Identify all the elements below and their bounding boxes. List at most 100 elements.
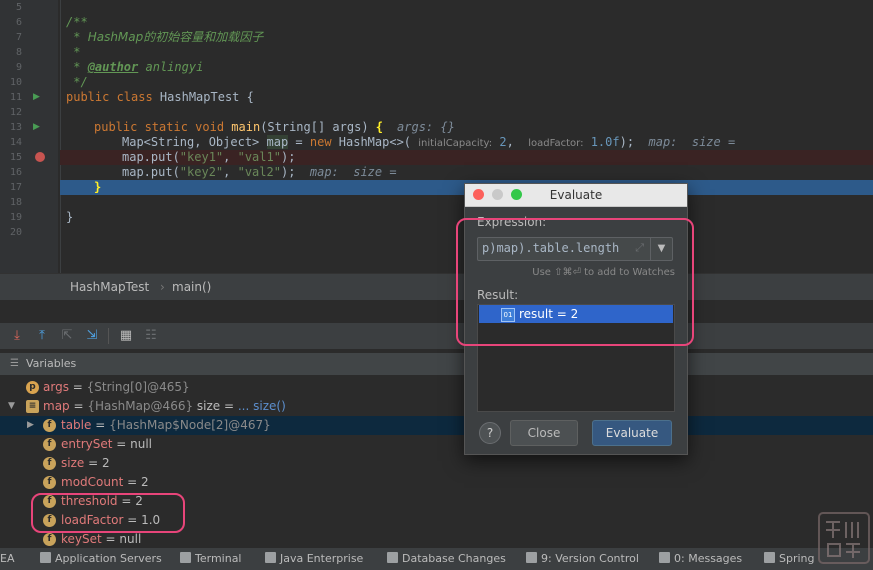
code-editor[interactable]: 5 6 7 8 9 10 11 12 13 14 15 16 17 18 19 …	[0, 0, 873, 273]
debug-toolbar: ⤓ ⤒ ⇱ ⇲ ▦ ☷	[0, 323, 873, 349]
messages-icon	[659, 552, 670, 563]
evaluate-button[interactable]: Evaluate	[592, 420, 672, 446]
evaluate-expression-icon[interactable]: ▦	[117, 327, 135, 345]
variable-name: table = {HashMap$Node[2]@467}	[61, 416, 271, 435]
statusbar-java-enterprise[interactable]: Java Enterprise	[265, 552, 363, 565]
variable-name-text: table	[61, 418, 92, 432]
code-text: map.put(	[122, 165, 180, 179]
terminal-icon	[180, 552, 191, 563]
zoom-window-icon[interactable]	[511, 189, 522, 200]
code-brace: {	[375, 120, 384, 134]
list-icon: ≡	[26, 400, 39, 413]
statusbar-label: 9: Version Control	[541, 552, 639, 565]
field-icon: f	[43, 438, 56, 451]
code-line-15: map.put("key1", "val1");	[122, 150, 295, 165]
code-text: HashMap<>(	[338, 135, 412, 149]
variable-type: {HashMap@466}	[87, 399, 194, 413]
inline-debug-value: map: size =	[309, 165, 397, 179]
step-out-icon[interactable]: ⤒	[33, 327, 51, 345]
param-hint: initialCapacity:	[418, 138, 493, 149]
code-line-17: }	[94, 180, 101, 195]
breadcrumb-class[interactable]: HashMapTest	[70, 280, 149, 294]
trace-icon[interactable]: ☷	[142, 327, 160, 345]
code-text: Map<String, Object>	[122, 135, 267, 149]
string-literal: "val1"	[237, 150, 281, 164]
javadoc-tag: @author	[87, 60, 139, 74]
minimize-window-icon[interactable]	[492, 189, 503, 200]
equals: =	[68, 380, 87, 394]
breadcrumb-method[interactable]: main()	[172, 280, 211, 294]
variable-row[interactable]: ▶ f table = {HashMap$Node[2]@467}	[0, 416, 873, 435]
variable-row[interactable]: f entrySet = null	[0, 435, 873, 454]
statusbar-database-changes[interactable]: Database Changes	[387, 552, 506, 565]
equals: =	[69, 399, 88, 413]
field-icon: f	[43, 533, 56, 546]
variable-value: null	[130, 437, 153, 451]
dialog-titlebar[interactable]: Evaluate	[465, 184, 687, 207]
line-number: 18	[9, 197, 22, 208]
statusbar-label: Spring	[779, 552, 815, 565]
step-into-icon[interactable]: ⤓	[8, 327, 26, 345]
variable-type: {String[0]@465}	[86, 380, 190, 394]
close-button[interactable]: Close	[510, 420, 578, 446]
statusbar-ea[interactable]: EA	[0, 552, 14, 565]
code-line-7: * HashMap的初始容量和加载因子	[66, 30, 263, 45]
line-number: 7	[15, 32, 22, 43]
line-number: 12	[9, 107, 22, 118]
equals: =	[84, 456, 102, 470]
parameter-icon: p	[26, 381, 39, 394]
gutter-separator	[60, 0, 61, 273]
line-number: 10	[9, 77, 22, 88]
close-window-icon[interactable]	[473, 189, 484, 200]
breakpoint-icon[interactable]	[35, 152, 45, 162]
code-text: );	[280, 150, 296, 164]
variable-type: {HashMap$Node[2]@467}	[109, 418, 271, 432]
statusbar-spring[interactable]: Spring	[764, 552, 815, 565]
code-text: (String[] args)	[260, 120, 376, 134]
run-class-icon[interactable]: ▶	[33, 90, 40, 105]
statusbar-label: Database Changes	[402, 552, 506, 565]
variable-row[interactable]: f modCount = 2	[0, 473, 873, 492]
help-button[interactable]: ?	[479, 422, 501, 444]
watermark-seal	[818, 512, 870, 564]
variable-name: size = 2	[61, 454, 110, 473]
variable-row[interactable]: p args = {String[0]@465}	[0, 378, 873, 397]
equals: =	[101, 532, 120, 546]
inline-debug-value: args: {}	[397, 120, 455, 134]
method-name: main	[231, 120, 261, 134]
variable-row[interactable]: f size = 2	[0, 454, 873, 473]
variable-map: map	[266, 135, 289, 149]
statusbar-application-servers[interactable]: Application Servers	[40, 552, 162, 565]
code-text: );	[280, 165, 296, 179]
comment-text: *	[66, 30, 88, 44]
keyword: public static void	[94, 120, 232, 134]
variable-name-text: keySet	[61, 532, 102, 546]
statusbar-version-control[interactable]: 9: Version Control	[526, 552, 639, 565]
number-literal: 2	[499, 135, 507, 149]
expand-arrow-icon[interactable]: ▼	[8, 397, 15, 416]
run-main-icon[interactable]: ▶	[33, 120, 40, 135]
statusbar-messages[interactable]: 0: Messages	[659, 552, 742, 565]
version-control-icon	[526, 552, 537, 563]
variable-value: 2	[101, 456, 110, 470]
variable-name: args = {String[0]@465}	[43, 378, 190, 397]
equals: =	[91, 418, 110, 432]
variable-name: map = {HashMap@466} size = ... size()	[43, 397, 286, 416]
expand-arrow-icon[interactable]: ▶	[27, 416, 34, 435]
line-number: 20	[9, 227, 22, 238]
inline-debug-value: map: size =	[648, 135, 736, 149]
size-link[interactable]: ... size()	[238, 399, 286, 413]
run-to-cursor-icon[interactable]: ⇲	[83, 327, 101, 345]
line-number: 17	[9, 182, 22, 193]
string-literal: "val2"	[237, 165, 281, 179]
drop-frame-icon[interactable]: ⇱	[58, 327, 76, 345]
statusbar-terminal[interactable]: Terminal	[180, 552, 242, 565]
spring-icon	[764, 552, 775, 563]
variable-row[interactable]: ▼ ≡ map = {HashMap@466} size = ... size(…	[0, 397, 873, 416]
comment-text: *	[66, 60, 88, 74]
line-number: 15	[9, 152, 22, 163]
statusbar-label: Application Servers	[55, 552, 162, 565]
line-number: 19	[9, 212, 22, 223]
line-number: 11	[9, 92, 22, 103]
comment-text: anlingyi	[138, 60, 204, 74]
